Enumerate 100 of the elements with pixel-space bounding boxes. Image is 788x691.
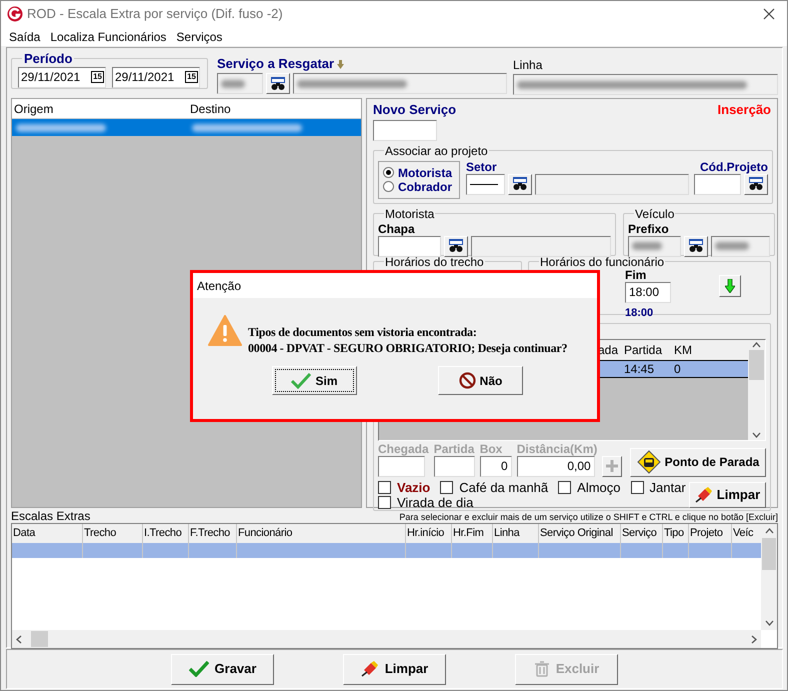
menu-item[interactable]: Saída — [4, 28, 46, 46]
input-field[interactable]: 0,00 — [516, 456, 595, 476]
eraser-icon — [360, 661, 379, 677]
chevron-up-icon[interactable] — [752, 342, 761, 348]
checkbox-label: Café da manhã — [459, 480, 548, 494]
date-field[interactable]: 29/11/2021 15 — [112, 66, 200, 88]
scrollbar[interactable] — [748, 340, 765, 440]
binoculars-icon — [512, 177, 528, 191]
checkbox-label: Almoço — [577, 480, 621, 494]
dialog-button[interactable]: Não — [438, 366, 523, 395]
input-field[interactable] — [513, 74, 778, 95]
field-label: Novo Serviço — [373, 101, 456, 119]
field-label: Partida — [434, 442, 475, 456]
calendar-icon[interactable]: 15 — [91, 71, 104, 83]
stop-button[interactable]: Ponto de Parada — [630, 448, 766, 476]
input-field[interactable] — [711, 236, 770, 256]
group-title: Horários do funcionário — [539, 254, 666, 270]
bus-sign-icon — [636, 450, 661, 474]
input-field[interactable] — [466, 174, 505, 194]
clear-button[interactable]: Limpar — [688, 482, 766, 508]
message-text: Tipos de documentos sem vistoria encontrada: 00004 - DPVAT - SEGURO OBRIGATORIO; Deseja continuar? — [248, 324, 568, 356]
scrollbar[interactable] — [12, 630, 761, 648]
search-button[interactable] — [444, 236, 468, 256]
menu-item[interactable]: Localiza Funcionários — [45, 28, 172, 46]
input-field[interactable]: 0 — [480, 456, 512, 476]
search-button[interactable] — [508, 174, 532, 194]
input-field[interactable] — [293, 73, 507, 94]
checkbox[interactable] — [378, 480, 391, 494]
input-field[interactable] — [217, 73, 263, 94]
group-title: Período — [23, 50, 74, 68]
search-button[interactable] — [744, 174, 768, 194]
field-label: Cód.Projeto — [700, 160, 768, 174]
add-button[interactable] — [602, 456, 622, 476]
field-label: Box — [480, 442, 504, 456]
field-label: Chapa — [378, 222, 416, 236]
section-title: Escalas Extras — [11, 510, 90, 522]
checkbox-label: Jantar — [650, 480, 686, 494]
column-header[interactable]: Partida — [624, 340, 674, 358]
warning-icon — [208, 315, 242, 346]
field-label: Chegada — [378, 442, 429, 456]
radio-label: Motorista — [398, 164, 452, 182]
check-icon — [291, 372, 312, 388]
calendar-icon[interactable]: 15 — [185, 71, 198, 83]
menu-item[interactable]: Serviços — [171, 28, 228, 46]
checkbox-label: Vazio — [397, 480, 430, 494]
checkbox[interactable] — [440, 480, 454, 494]
binoculars-icon — [270, 76, 286, 90]
binoculars-icon — [448, 239, 464, 253]
plus-icon — [606, 460, 618, 472]
group-title: Horários do trecho — [384, 254, 485, 270]
dialog-title: Atenção — [197, 278, 242, 294]
date-value: 29/11/2021 — [115, 69, 174, 86]
input-field[interactable] — [434, 456, 475, 476]
arrow-down-icon — [337, 60, 344, 68]
input-field[interactable] — [628, 236, 681, 256]
binoculars-icon — [688, 239, 704, 253]
checkbox[interactable] — [378, 496, 391, 508]
chevron-right-icon[interactable] — [751, 634, 757, 644]
action-button[interactable]: Gravar — [171, 654, 274, 684]
chevron-left-icon[interactable] — [16, 634, 22, 644]
input-field[interactable] — [378, 236, 441, 256]
check-icon — [188, 661, 209, 677]
input-field[interactable] — [535, 174, 689, 194]
field-label: Setor — [466, 160, 498, 174]
input-field[interactable] — [378, 456, 425, 476]
scrollbar[interactable] — [761, 524, 777, 630]
scrollbar-thumb[interactable] — [762, 538, 776, 570]
dialog-button[interactable]: Sim — [272, 366, 357, 395]
close-icon — [763, 8, 775, 20]
chevron-down-icon[interactable] — [752, 432, 761, 438]
input-field[interactable] — [471, 236, 611, 256]
close-button[interactable] — [763, 7, 777, 21]
trash-icon — [534, 661, 550, 677]
field-label: Serviço a Resgatar — [217, 55, 334, 74]
field-label: Distância(Km) — [516, 442, 598, 456]
date-value: 29/11/2021 — [21, 69, 80, 86]
column-header[interactable]: KM — [674, 340, 714, 358]
search-button[interactable] — [684, 236, 708, 256]
column-header[interactable]: Origem — [12, 100, 188, 118]
scrollbar-thumb[interactable] — [749, 350, 764, 380]
input-field[interactable] — [694, 174, 741, 194]
action-button[interactable]: Limpar — [343, 654, 446, 684]
field-label: Linha — [513, 57, 544, 71]
window-title: ROD - Escala Extra por serviço (Dif. fuso -2) — [27, 5, 283, 24]
input-field[interactable] — [373, 120, 437, 140]
chevron-down-icon[interactable] — [764, 620, 774, 626]
checkbox[interactable] — [558, 480, 572, 494]
radio-button[interactable] — [383, 167, 394, 178]
apply-button[interactable] — [719, 274, 741, 296]
radio-button[interactable] — [383, 181, 394, 192]
scrollbar-thumb[interactable] — [31, 631, 48, 647]
blurred-text — [221, 80, 245, 88]
date-field[interactable]: 29/11/2021 15 — [18, 66, 106, 88]
checkbox[interactable] — [630, 480, 644, 494]
column-header[interactable]: Destino — [188, 100, 231, 118]
search-button[interactable] — [266, 73, 290, 94]
chevron-up-icon[interactable] — [764, 528, 774, 534]
input-field[interactable]: 18:00 — [625, 282, 671, 302]
blurred-text — [632, 242, 662, 250]
group-title: Motorista — [384, 206, 436, 222]
